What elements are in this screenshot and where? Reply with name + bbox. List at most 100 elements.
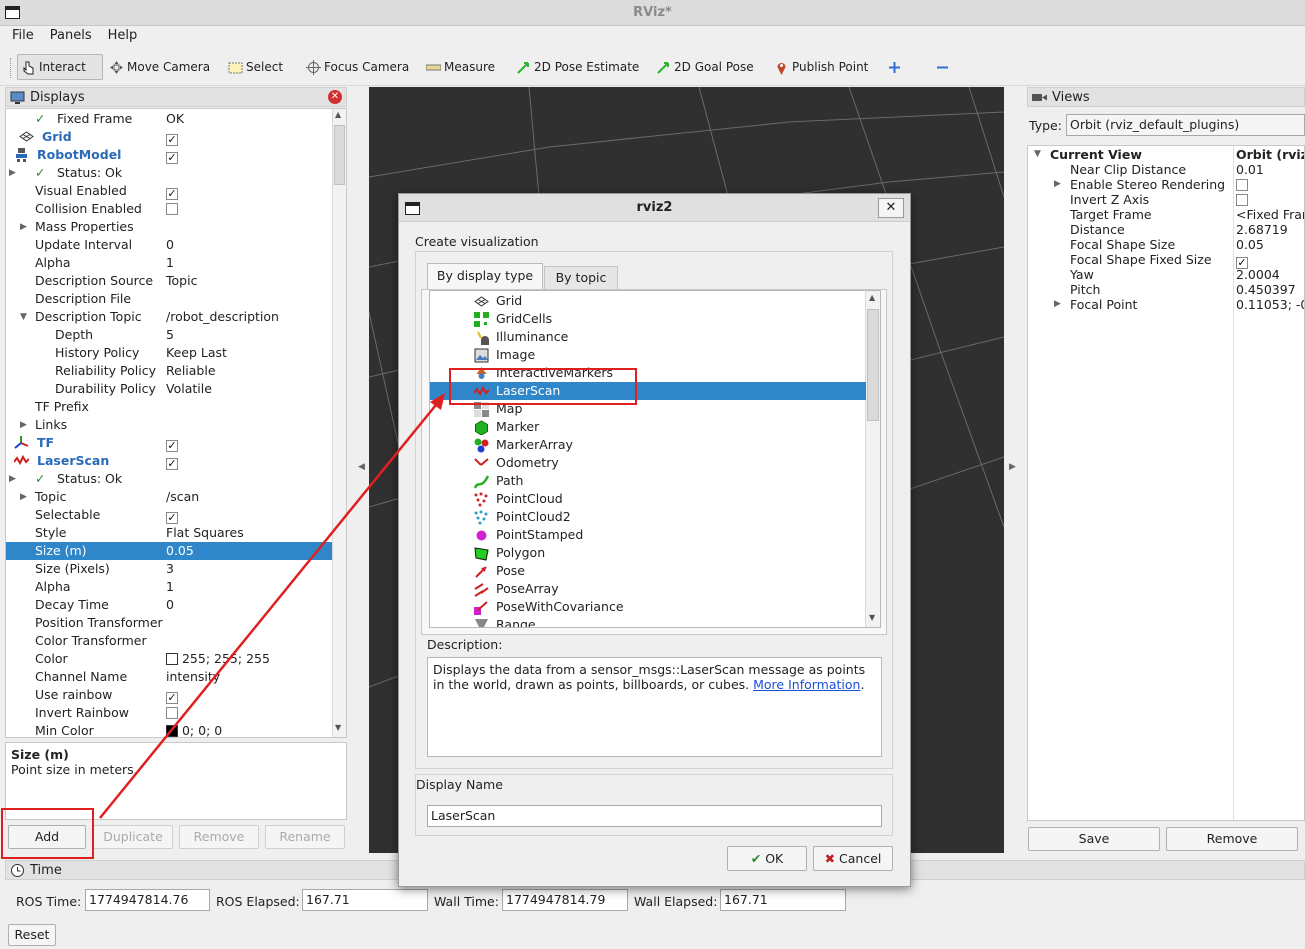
- display-row[interactable]: Depth 5: [6, 326, 332, 344]
- display-type-item[interactable]: Image: [430, 346, 866, 364]
- dialog-ok-button[interactable]: ✔ OK: [727, 846, 807, 871]
- display-row[interactable]: ▼ Description Topic/robot_description: [6, 308, 332, 326]
- duplicate-display-button[interactable]: Duplicate: [93, 825, 173, 849]
- row-checkbox[interactable]: [166, 704, 178, 722]
- display-row[interactable]: Reliability Policy Reliable: [6, 362, 332, 380]
- view-checkbox[interactable]: [1236, 177, 1248, 192]
- display-type-list[interactable]: ▲ ▼ Grid GridCells Illuminance Image Interac…: [429, 290, 881, 628]
- expand-arrow-icon[interactable]: ▶: [1054, 297, 1061, 312]
- rename-display-button[interactable]: Rename: [265, 825, 345, 849]
- remove-display-button[interactable]: Remove: [179, 825, 259, 849]
- display-type-item[interactable]: Grid: [430, 292, 866, 310]
- menu-file[interactable]: File: [8, 26, 38, 45]
- row-checkbox[interactable]: ✓: [166, 686, 178, 704]
- views-type-select[interactable]: Orbit (rviz_default_plugins): [1066, 114, 1305, 136]
- more-information-link[interactable]: More Information: [753, 677, 860, 692]
- view-property-row[interactable]: Invert Z Axis: [1028, 192, 1304, 207]
- display-row[interactable]: LaserScan ✓: [6, 452, 332, 470]
- tab-by-topic[interactable]: By topic: [544, 266, 618, 289]
- displays-tree[interactable]: ✓ Fixed Frame OK Grid ✓ RobotModel ✓ ▶ ✓ Status: …: [5, 108, 347, 738]
- wall-time-field[interactable]: 1774947814.79: [502, 889, 628, 911]
- expand-arrow-icon[interactable]: ▶: [9, 164, 16, 182]
- row-checkbox[interactable]: ✓: [166, 434, 178, 452]
- display-row[interactable]: Size (Pixels) 3: [6, 560, 332, 578]
- row-checkbox[interactable]: ✓: [166, 506, 178, 524]
- collapse-left-icon[interactable]: ◀: [358, 462, 365, 472]
- display-row[interactable]: ▶ Links: [6, 416, 332, 434]
- display-type-item[interactable]: Illuminance: [430, 328, 866, 346]
- views-tree[interactable]: ▼ Current View Orbit (rviz Near Clip Dis…: [1027, 145, 1305, 821]
- expand-arrow-icon[interactable]: ▼: [1034, 147, 1041, 162]
- display-type-item[interactable]: MarkerArray: [430, 436, 866, 454]
- collapse-right-icon[interactable]: ▶: [1009, 462, 1016, 472]
- display-type-item[interactable]: Pose: [430, 562, 866, 580]
- tab-by-display-type[interactable]: By display type: [427, 263, 543, 289]
- expanded-arrow-icon[interactable]: ▼: [20, 308, 27, 326]
- row-checkbox[interactable]: ✓: [166, 146, 178, 164]
- display-row[interactable]: Grid ✓: [6, 128, 332, 146]
- tool-add-button[interactable]: [884, 54, 905, 80]
- view-property-row[interactable]: ▶ Focal Point 0.11053; -0: [1028, 297, 1304, 312]
- ros-elapsed-field[interactable]: 167.71: [302, 889, 428, 911]
- tool-remove-button[interactable]: [932, 54, 953, 80]
- display-type-item[interactable]: GridCells: [430, 310, 866, 328]
- display-row[interactable]: ▶ ✓ Status: Ok: [6, 470, 332, 488]
- display-row[interactable]: Use rainbow ✓: [6, 686, 332, 704]
- display-row[interactable]: Description Source Topic: [6, 272, 332, 290]
- display-row[interactable]: Style Flat Squares: [6, 524, 332, 542]
- view-property-row[interactable]: Focal Shape Fixed Size ✓: [1028, 252, 1304, 269]
- view-checkbox[interactable]: ✓: [1236, 252, 1248, 269]
- display-type-item[interactable]: PointCloud: [430, 490, 866, 508]
- display-row[interactable]: Selectable ✓: [6, 506, 332, 524]
- display-type-item[interactable]: Polygon: [430, 544, 866, 562]
- color-swatch[interactable]: [166, 653, 178, 665]
- close-panel-icon[interactable]: ✕: [328, 90, 342, 104]
- reset-time-button[interactable]: Reset: [8, 924, 56, 946]
- display-row[interactable]: Collision Enabled: [6, 200, 332, 218]
- display-row[interactable]: Channel Name intensity: [6, 668, 332, 686]
- display-row[interactable]: Invert Rainbow: [6, 704, 332, 722]
- ros-time-field[interactable]: 1774947814.76: [85, 889, 210, 911]
- views-remove-button[interactable]: Remove: [1166, 827, 1298, 851]
- display-row[interactable]: Description File: [6, 290, 332, 308]
- expand-arrow-icon[interactable]: ▶: [20, 218, 27, 236]
- tool-2d-pose-estimate[interactable]: 2D Pose Estimate: [513, 54, 642, 80]
- display-row[interactable]: TF ✓: [6, 434, 332, 452]
- menu-panels[interactable]: Panels: [46, 26, 96, 45]
- display-type-item[interactable]: Path: [430, 472, 866, 490]
- tool-interact[interactable]: Interact: [17, 54, 103, 80]
- display-row[interactable]: ▶ ✓ Status: Ok: [6, 164, 332, 182]
- display-row[interactable]: Decay Time 0: [6, 596, 332, 614]
- view-property-row[interactable]: Target Frame <Fixed Fram: [1028, 207, 1304, 222]
- tool-measure[interactable]: Measure: [423, 54, 498, 80]
- tool-select[interactable]: Select: [225, 54, 286, 80]
- expand-arrow-icon[interactable]: ▶: [1054, 177, 1061, 192]
- current-view-row[interactable]: ▼ Current View Orbit (rviz: [1028, 147, 1304, 162]
- row-checkbox[interactable]: ✓: [166, 182, 178, 200]
- view-property-row[interactable]: ▶ Enable Stereo Rendering: [1028, 177, 1304, 192]
- wall-elapsed-field[interactable]: 167.71: [720, 889, 846, 911]
- view-checkbox[interactable]: [1236, 192, 1248, 207]
- dialog-cancel-button[interactable]: ✖ Cancel: [813, 846, 893, 871]
- view-property-row[interactable]: Near Clip Distance 0.01: [1028, 162, 1304, 177]
- row-checkbox[interactable]: ✓: [166, 452, 178, 470]
- dialog-close-button[interactable]: ✕: [878, 198, 904, 218]
- expand-arrow-icon[interactable]: ▶: [20, 488, 27, 506]
- color-swatch[interactable]: [166, 725, 178, 737]
- view-property-row[interactable]: Focal Shape Size 0.05: [1028, 237, 1304, 252]
- list-scroll-thumb[interactable]: [867, 309, 879, 421]
- display-name-input[interactable]: LaserScan: [427, 805, 882, 827]
- expand-arrow-icon[interactable]: ▶: [20, 416, 27, 434]
- view-property-row[interactable]: Distance 2.68719: [1028, 222, 1304, 237]
- tool-focus-camera[interactable]: Focus Camera: [303, 54, 412, 80]
- display-row[interactable]: ▶ Topic/scan: [6, 488, 332, 506]
- display-row[interactable]: History Policy Keep Last: [6, 344, 332, 362]
- display-row[interactable]: TF Prefix: [6, 398, 332, 416]
- views-save-button[interactable]: Save: [1028, 827, 1160, 851]
- tool-publish-point[interactable]: Publish Point: [771, 54, 871, 80]
- displays-scrollbar[interactable]: ▲ ▼: [332, 109, 346, 737]
- display-type-item[interactable]: PointCloud2: [430, 508, 866, 526]
- display-row[interactable]: Color Transformer: [6, 632, 332, 650]
- display-type-item[interactable]: PoseArray: [430, 580, 866, 598]
- display-row[interactable]: Visual Enabled ✓: [6, 182, 332, 200]
